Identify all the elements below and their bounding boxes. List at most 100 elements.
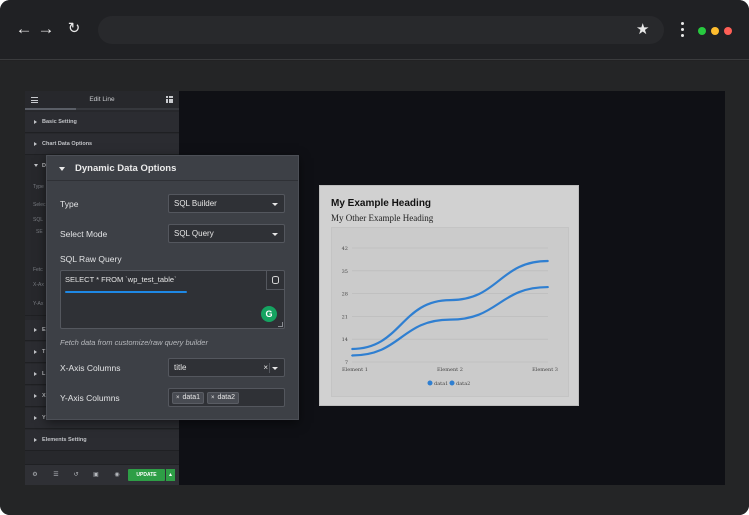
y-axis-columns-select[interactable]: × data1 × data2 — [168, 388, 285, 407]
x-tick-label: Element 2 — [437, 367, 463, 373]
section-chart-data-options[interactable]: Chart Data Options — [25, 134, 179, 155]
tag-data2[interactable]: × data2 — [207, 392, 240, 404]
grid-icon[interactable] — [166, 96, 173, 103]
panel-header[interactable]: Dynamic Data Options — [47, 156, 298, 181]
browser-toolbar: ← → ↻ ★ — [0, 0, 749, 60]
type-label: Type — [60, 199, 79, 209]
page-content: Edit Line Basic Setting Chart Data Optio… — [0, 61, 749, 515]
caret-down-icon — [59, 167, 65, 171]
query-hint: Fetch data from customize/raw query buil… — [60, 338, 208, 347]
section-label: Elements Setting — [42, 437, 87, 443]
series-line-data1 — [351, 259, 549, 351]
window-dot-red[interactable] — [724, 27, 732, 35]
section-label: L — [42, 371, 46, 377]
arrow-left-icon[interactable]: ← — [15, 20, 33, 38]
section-label: Basic Setting — [42, 119, 77, 125]
clear-icon[interactable]: × — [263, 363, 268, 373]
chart-heading: My Example Heading — [331, 198, 432, 209]
x-tick-label: Element 1 — [342, 367, 368, 373]
grammarly-icon[interactable]: G — [261, 306, 277, 322]
browser-window: ← → ↻ ★ Edit Line Basic Setting Chart Da… — [0, 0, 749, 515]
database-icon[interactable] — [266, 271, 284, 290]
ghost-label: Selec — [33, 202, 46, 208]
chart-plot-area: 7 14 21 28 35 42 Element 1 Element 2 Element 3 da… — [331, 227, 569, 397]
x-axis-columns-label: X-Axis Columns — [60, 363, 121, 373]
select-mode-select[interactable]: SQL Query — [168, 224, 285, 243]
x-axis-value: title — [174, 363, 187, 372]
editor-header: Edit Line — [25, 91, 179, 110]
legend-label: data1 — [434, 381, 448, 387]
y-tick-label: 35 — [342, 269, 348, 275]
ghost-label: Y-Ax — [33, 301, 44, 307]
select-mode-label: Select Mode — [60, 229, 108, 239]
sql-query-textarea[interactable]: SELECT * FROM `wp_test_table` G — [60, 270, 285, 329]
chevron-down-icon — [272, 367, 278, 370]
kebab-menu-icon[interactable] — [679, 22, 685, 38]
x-tick-label: Element 3 — [532, 367, 558, 373]
ghost-label: X-Ax — [33, 282, 44, 288]
panel-title: Dynamic Data Options — [75, 163, 177, 174]
ghost-label: Type — [33, 184, 44, 190]
tag-remove-icon[interactable]: × — [176, 395, 180, 401]
ghost-label: SE — [36, 229, 43, 235]
window-dot-green[interactable] — [698, 27, 706, 35]
ghost-label: Fetc — [33, 267, 43, 273]
update-button[interactable]: UPDATE — [128, 469, 165, 481]
editor-footer: ⚙ ☰ ↺ ▣ ◉ UPDATE ▴ — [25, 464, 179, 485]
section-label: Chart Data Options — [42, 141, 93, 147]
eye-icon[interactable]: ◉ — [114, 472, 120, 478]
data-point-data1 — [351, 348, 353, 350]
star-icon[interactable]: ★ — [636, 21, 649, 38]
y-tick-label: 14 — [342, 337, 348, 343]
y-tick-label: 42 — [342, 246, 348, 252]
data-point-data1 — [547, 260, 549, 262]
section-label: T — [42, 349, 46, 355]
resize-handle[interactable] — [278, 322, 283, 327]
responsive-icon[interactable]: ▣ — [93, 472, 99, 478]
data-point-data1 — [449, 299, 451, 302]
tag-label: data1 — [182, 394, 201, 401]
layers-icon[interactable]: ☰ — [53, 472, 59, 478]
line-chart: 7 14 21 28 35 42 Element 1 Element 2 Element 3 da… — [342, 246, 558, 387]
caret-right-icon — [34, 372, 37, 376]
y-tick-label: 21 — [342, 314, 348, 320]
section-basic-setting[interactable]: Basic Setting — [25, 112, 179, 133]
ghost-label: SQL — [33, 217, 44, 223]
chevron-down-icon — [272, 233, 278, 236]
data-point-data2 — [351, 354, 353, 357]
data-point-data2 — [547, 286, 549, 288]
chevron-down-icon — [272, 203, 278, 206]
gear-icon[interactable]: ⚙ — [32, 472, 38, 478]
sql-raw-query-label: SQL Raw Query — [60, 254, 122, 264]
x-axis-columns-select[interactable]: title × — [168, 358, 285, 377]
spellcheck-underline — [65, 291, 187, 293]
type-select[interactable]: SQL Builder — [168, 194, 285, 213]
window-dot-yellow[interactable] — [711, 27, 719, 35]
history-icon[interactable]: ↺ — [73, 472, 79, 478]
dynamic-data-options-panel: Dynamic Data Options Type SQL Builder Se… — [46, 155, 299, 420]
editor-title: Edit Line — [89, 96, 115, 103]
y-axis-columns-label: Y-Axis Columns — [60, 393, 120, 403]
series-line-data2 — [351, 285, 549, 357]
legend-marker — [427, 380, 433, 386]
caret-right-icon — [34, 328, 37, 332]
select-separator — [269, 363, 270, 373]
legend-label: data2 — [456, 381, 470, 387]
chart-card: My Example Heading My Other Example Head… — [319, 185, 579, 406]
legend-marker — [449, 380, 455, 386]
tag-remove-icon[interactable]: × — [211, 395, 215, 401]
section-elements-setting[interactable]: Elements Setting — [25, 430, 179, 451]
chevron-up-icon[interactable]: ▴ — [166, 469, 175, 481]
tag-data1[interactable]: × data1 — [172, 392, 205, 404]
caret-right-icon — [34, 416, 37, 420]
reload-icon[interactable]: ↻ — [65, 20, 83, 38]
address-bar[interactable] — [98, 16, 664, 44]
type-select-value: SQL Builder — [174, 199, 217, 208]
caret-right-icon — [34, 394, 37, 398]
caret-down-icon — [34, 164, 38, 167]
caret-right-icon — [34, 120, 37, 124]
caret-right-icon — [34, 438, 37, 442]
y-tick-label: 28 — [342, 292, 348, 298]
sql-query-text: SELECT * FROM `wp_test_table` — [65, 275, 177, 284]
arrow-right-icon[interactable]: → — [37, 20, 55, 38]
